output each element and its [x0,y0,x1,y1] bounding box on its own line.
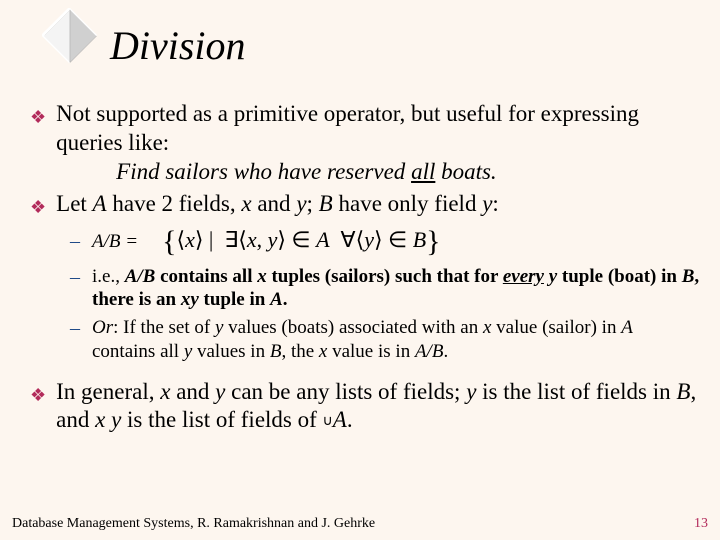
sub-item: – i.e., A/B contains all x tuples (sailo… [70,265,700,313]
bullet-item: ❖ Let A have 2 fields, x and y; B have o… [30,190,700,219]
bullet-icon: ❖ [30,196,46,219]
sub-item: – A/B = {⟨x⟩ | ∃⟨x, y⟩ ∈ A ∀⟨y⟩ ∈ B} [70,223,700,261]
sub-text: Or: If the set of y values (boats) assoc… [92,316,700,364]
footer: Database Management Systems, R. Ramakris… [12,516,708,532]
dash-icon: – [70,229,80,254]
dash-icon: – [70,265,80,290]
bullet-item: ❖ In general, x and y can be any lists o… [30,378,700,436]
bullet-text: Not supported as a primitive operator, b… [56,100,700,186]
bullet-icon: ❖ [30,106,46,129]
slide-title: Division [110,22,246,69]
text: Not supported as a primitive operator, b… [56,101,639,155]
dash-icon: – [70,316,80,341]
set-formula: {⟨x⟩ | ∃⟨x, y⟩ ∈ A ∀⟨y⟩ ∈ B} [162,223,441,261]
bullet-item: ❖ Not supported as a primitive operator,… [30,100,700,186]
union-icon: ∪ [323,413,333,431]
footer-attribution: Database Management Systems, R. Ramakris… [12,516,375,532]
sub-text: i.e., A/B contains all x tuples (sailors… [92,265,700,313]
bullet-icon: ❖ [30,384,46,407]
formula-label: A/B = [92,230,138,254]
page-number: 13 [694,516,708,532]
sub-item: – Or: If the set of y values (boats) ass… [70,316,700,364]
slide-body: ❖ Not supported as a primitive operator,… [30,100,700,439]
example-line: Find sailors who have reserved all boats… [56,158,700,187]
bullet-text: In general, x and y can be any lists of … [56,378,700,436]
bullet-text: Let A have 2 fields, x and y; B have onl… [56,190,700,219]
diamond-icon [42,8,98,64]
